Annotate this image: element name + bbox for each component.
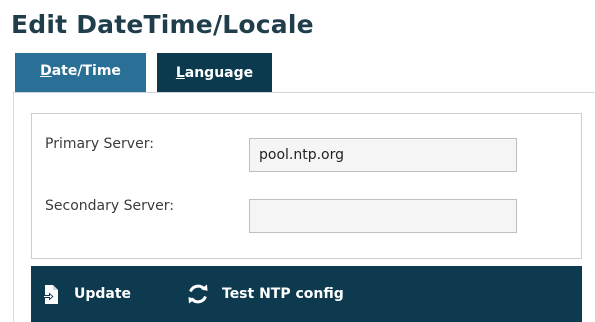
tab-date-time-label: Date/Time <box>40 62 121 79</box>
ntp-server-fieldset <box>31 113 582 259</box>
refresh-icon <box>187 283 209 305</box>
update-button[interactable]: Update <box>43 266 131 322</box>
file-import-icon <box>43 284 60 305</box>
panel-border <box>13 92 14 322</box>
test-ntp-config-label: Test NTP config <box>222 286 344 302</box>
tab-language[interactable]: Language <box>157 53 272 92</box>
tab-divider <box>13 92 595 93</box>
edit-datetime-locale-page: Edit DateTime/Locale Date/Time Language … <box>0 0 595 322</box>
primary-server-input[interactable] <box>249 138 517 172</box>
primary-server-label: Primary Server: <box>45 136 154 152</box>
test-ntp-config-button[interactable]: Test NTP config <box>187 266 344 322</box>
tab-language-label: Language <box>175 64 254 81</box>
secondary-server-label: Secondary Server: <box>45 198 174 214</box>
page-title: Edit DateTime/Locale <box>11 10 314 39</box>
tab-date-time[interactable]: Date/Time <box>15 53 146 92</box>
secondary-server-input[interactable] <box>249 199 517 233</box>
update-button-label: Update <box>74 286 132 302</box>
action-toolbar: Update Test NTP config <box>31 266 582 322</box>
